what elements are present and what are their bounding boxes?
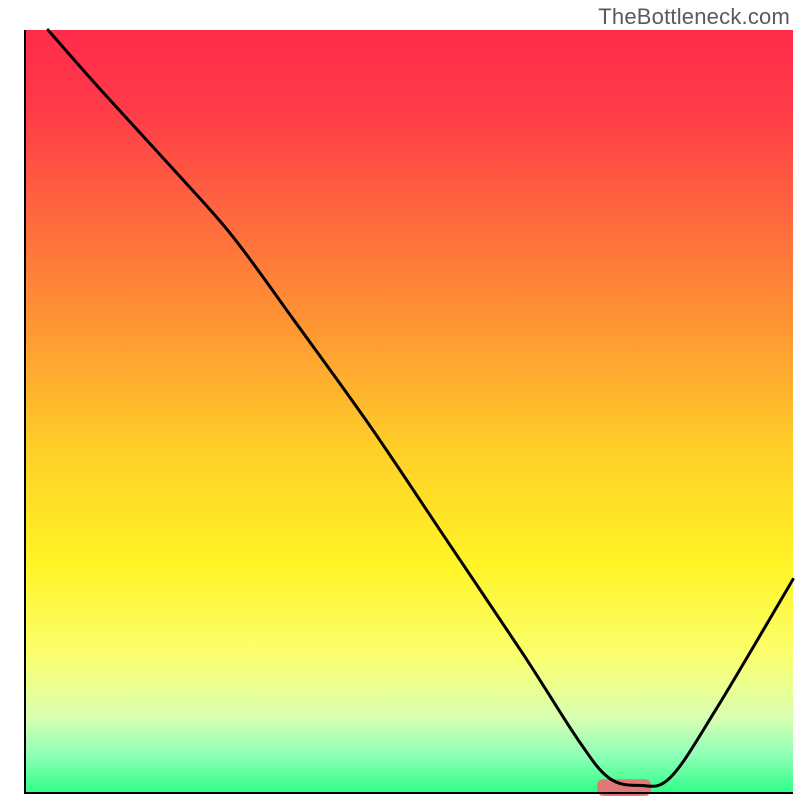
watermark-text: TheBottleneck.com — [598, 4, 790, 30]
plot-background — [25, 30, 793, 793]
bottleneck-chart — [0, 0, 800, 800]
